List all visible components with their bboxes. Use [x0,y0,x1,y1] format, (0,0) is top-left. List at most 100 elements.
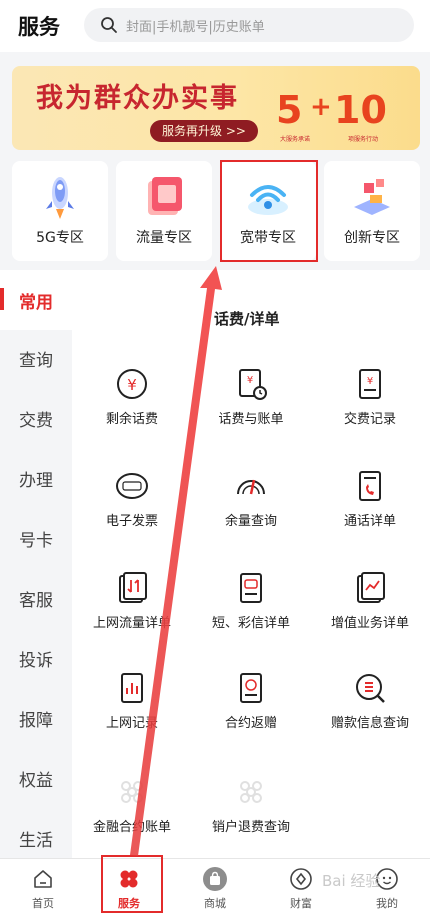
zone-cards: 5G专区 流量专区 宽带专区 创新专区 [12,161,420,261]
section-title: 话费/详单 [214,310,280,328]
grid-item-grant-query[interactable]: 赠款信息查询 [314,670,426,760]
shopping-bag-icon [203,867,227,891]
sidebar-item-payment[interactable]: 交费 [0,388,72,448]
sidebar-item-label: 办理 [19,471,53,491]
sidebar-item-support[interactable]: 客服 [0,568,72,628]
trend-list-icon [357,572,385,603]
data-transfer-list-icon [119,572,147,603]
grid-item-contract-gift[interactable]: 合约返赠 [195,670,307,760]
grid-item-label: 短、彩信详单 [211,616,290,631]
banner-button[interactable]: 服务再升级 >> [150,120,258,142]
svg-text:¥: ¥ [247,375,253,386]
grid-item-label: 通话详单 [343,514,396,529]
sidebar-item-label: 报障 [19,711,53,731]
bar-chart-list-icon [121,673,143,703]
banner-title: 我为群众办实事 [36,83,239,114]
grid-item-label: 剩余话费 [105,412,158,427]
sidebar-item-label: 交费 [19,411,53,431]
watermark: Bai 经验 [322,872,381,890]
service-content: 话费/详单 ¥ 剩余话费 ¥ 话费与账单 ¥ 交费记录 电子发票 余量查询 通话… [72,270,430,858]
sidebar-item-complaint[interactable]: 投诉 [0,628,72,688]
search-input[interactable]: 封面|手机靓号|历史账单 [84,8,414,42]
receipt-yuan-icon: ¥ [359,369,381,399]
grid-item-label: 增值业务详单 [330,616,409,631]
grid-item-data-detail[interactable]: 上网流量详单 [76,570,188,660]
sidebar-item-fault[interactable]: 报障 [0,688,72,748]
banner-plus: + [310,92,332,122]
grid-item-label: 话费与账单 [218,412,284,427]
banner-number-five: 5 [276,88,303,132]
svg-text:¥: ¥ [367,376,373,387]
rocket-icon [46,177,74,219]
nav-item-label: 首页 [32,897,54,910]
nav-item-home[interactable]: 首页 [0,859,86,913]
innovation-blocks-icon [354,179,390,215]
zone-data[interactable]: 流量专区 [116,161,212,261]
grid-item-sms-detail[interactable]: 短、彩信详单 [195,570,307,660]
sidebar-item-label: 常用 [19,293,53,313]
grid-item-usage[interactable]: 余量查询 [195,468,307,558]
zone-label: 流量专区 [136,230,192,246]
grid-item-invoice[interactable]: 电子发票 [76,468,188,558]
zone-label: 创新专区 [344,230,400,246]
promo-banner[interactable]: 我为群众办实事 服务再升级 >> 5 + 10 大服务承诺 项服务行动 [12,66,420,150]
sidebar-item-handle[interactable]: 办理 [0,448,72,508]
grid-item-balance[interactable]: ¥ 剩余话费 [76,366,188,456]
grid-item-label: 电子发票 [105,514,158,529]
active-indicator [0,288,4,310]
sidebar-item-query[interactable]: 查询 [0,328,72,388]
zone-label: 5G专区 [36,230,84,246]
grid-item-label: 上网记录 [105,716,158,731]
wealth-icon [290,868,312,890]
search-placeholder: 封面|手机靓号|历史账单 [126,19,265,35]
search-icon [101,17,117,33]
grid-item-label: 合约返赠 [224,716,277,731]
banner-caption-five: 大服务承诺 [280,136,311,143]
page-title: 服务 [18,15,60,39]
data-card-icon [148,177,182,215]
grid-item-label: 销户退费查询 [211,820,290,835]
grid-item-browse-record[interactable]: 上网记录 [76,670,188,760]
contract-gift-icon [240,673,262,703]
grid-item-label: 上网流量详单 [92,616,171,631]
bill-clock-icon: ¥ [239,369,267,400]
service-highlight-box [101,855,163,913]
nav-item-label: 我的 [376,897,398,910]
search-doc-icon [356,674,385,703]
sidebar-item-benefits[interactable]: 权益 [0,748,72,808]
grid-item-call-detail[interactable]: 通话详单 [314,468,426,558]
grid-item-finance-bill[interactable]: 金融合约账单 [76,774,188,864]
grid-item-label: 赠款信息查询 [330,716,409,731]
nav-item-label: 财富 [290,897,312,910]
grid-item-closure-refund[interactable]: 销户退费查询 [195,774,307,864]
svg-text:¥: ¥ [127,376,137,394]
invoice-badge-icon [116,473,148,499]
home-icon [34,870,52,888]
gauge-icon [237,479,265,495]
sidebar-item-common[interactable]: 常用 [0,270,72,330]
banner-caption-ten: 项服务行动 [348,136,379,143]
sidebar-item-label: 生活 [19,831,53,851]
grid-item-label: 余量查询 [224,514,277,529]
nav-item-mall[interactable]: 商城 [172,859,258,913]
category-sidebar: 常用 查询 交费 办理 号卡 客服 投诉 报障 权益 生活 [0,270,72,858]
call-list-icon [359,471,381,501]
grid-item-label: 金融合约账单 [92,820,171,835]
yuan-coin-icon: ¥ [117,369,147,399]
broadband-highlight-box [220,160,318,262]
unicom-knot-icon [121,781,143,803]
sidebar-item-label: 查询 [19,351,53,371]
sidebar-item-sim[interactable]: 号卡 [0,508,72,568]
grid-item-payment-record[interactable]: ¥ 交费记录 [314,366,426,456]
sidebar-item-label: 客服 [19,591,53,611]
zone-5g[interactable]: 5G专区 [12,161,108,261]
grid-item-bill[interactable]: ¥ 话费与账单 [195,366,307,456]
grid-item-vas-detail[interactable]: 增值业务详单 [314,570,426,660]
top-header: 服务 封面|手机靓号|历史账单 [0,0,430,52]
unicom-knot-icon [240,781,262,803]
zone-innovation[interactable]: 创新专区 [324,161,420,261]
sidebar-item-label: 号卡 [19,531,53,551]
sidebar-item-label: 权益 [19,771,53,791]
grid-item-label: 交费记录 [343,412,396,427]
banner-number-ten: 10 [334,88,387,132]
